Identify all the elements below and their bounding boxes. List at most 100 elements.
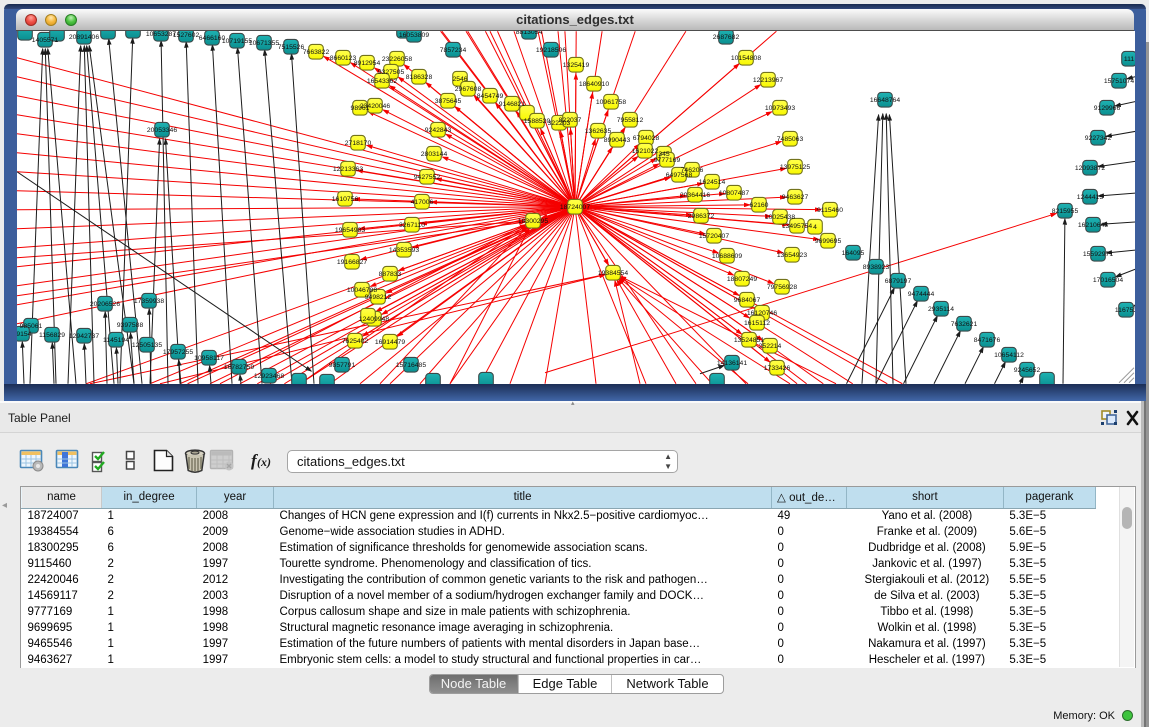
svg-text:7515526: 7515526 (278, 44, 305, 51)
svg-text:10961758: 10961758 (596, 99, 626, 106)
svg-text:1610756: 1610756 (332, 196, 359, 203)
svg-text:1621022: 1621022 (632, 148, 659, 155)
svg-text:62160: 62160 (750, 202, 769, 209)
svg-text:7857234: 7857234 (440, 47, 467, 54)
svg-text:8660123: 8660123 (330, 55, 357, 62)
svg-text:164095: 164095 (842, 250, 865, 257)
svg-text:3267110: 3267110 (399, 222, 425, 229)
svg-text:15720407: 15720407 (699, 233, 729, 240)
svg-text:10025438: 10025438 (765, 214, 795, 221)
svg-text:2986372: 2986372 (688, 213, 715, 220)
svg-text:9397588: 9397588 (117, 322, 144, 329)
svg-text:9777169: 9777169 (654, 157, 681, 164)
svg-text:8215955: 8215955 (1052, 208, 1079, 215)
svg-text:3875645: 3875645 (435, 98, 462, 105)
svg-text:9115460: 9115460 (817, 207, 843, 214)
svg-text:887833: 887833 (379, 271, 402, 278)
svg-text:116753: 116753 (1115, 307, 1135, 314)
svg-text:16210643: 16210643 (1078, 222, 1108, 229)
svg-text:9245652: 9245652 (1014, 367, 1041, 374)
svg-text:14353593: 14353593 (389, 247, 419, 254)
svg-text:1624514: 1624514 (699, 179, 726, 186)
svg-text:19166827: 19166827 (337, 259, 367, 266)
svg-text:1145194: 1145194 (103, 337, 129, 344)
svg-text:1527602: 1527602 (173, 32, 200, 39)
svg-text:6794028: 6794028 (633, 135, 660, 142)
svg-text:2687682: 2687682 (713, 34, 740, 41)
svg-text:9129966: 9129966 (1094, 105, 1121, 112)
svg-text:12213967: 12213967 (753, 77, 783, 84)
svg-text:417006: 417006 (411, 199, 434, 206)
svg-text:2546: 2546 (452, 76, 467, 83)
svg-text:8813054: 8813054 (516, 31, 543, 36)
svg-text:20364416: 20364416 (680, 192, 710, 199)
svg-text:9227342: 9227342 (1085, 135, 1112, 142)
svg-text:9684067: 9684067 (734, 297, 761, 304)
svg-text:9327505: 9327505 (378, 69, 405, 76)
svg-text:10654112: 10654112 (994, 352, 1024, 359)
svg-text:2803144: 2803144 (421, 151, 448, 158)
svg-text:822037: 822037 (559, 117, 582, 124)
svg-text:23226058: 23226058 (382, 56, 412, 63)
svg-text:1733426: 1733426 (764, 365, 791, 372)
svg-text:10973493: 10973493 (765, 105, 795, 112)
svg-text:14136141: 14136141 (717, 360, 747, 367)
svg-text:9463627: 9463627 (782, 194, 809, 201)
svg-text:9474444: 9474444 (908, 291, 935, 298)
svg-text:8454749: 8454749 (477, 93, 504, 100)
svg-text:2935114: 2935114 (928, 306, 954, 313)
svg-text:13975125: 13975125 (780, 164, 810, 171)
svg-text:10807487: 10807487 (719, 190, 749, 197)
svg-text:18300295: 18300295 (518, 218, 548, 225)
svg-text:7663822: 7663822 (303, 49, 330, 56)
svg-text:6879197: 6879197 (885, 278, 912, 285)
svg-text:7632621: 7632621 (951, 321, 978, 328)
svg-text:39154: 39154 (17, 331, 32, 338)
svg-text:10046788: 10046788 (347, 287, 377, 294)
svg-text:7625402: 7625402 (342, 338, 369, 345)
svg-text:6497568: 6497568 (666, 172, 693, 179)
svg-text:17359938: 17359938 (134, 298, 164, 305)
svg-text:12213363: 12213363 (333, 166, 363, 173)
svg-text:20053346: 20053346 (147, 127, 177, 134)
svg-text:16543362: 16543362 (367, 78, 397, 85)
svg-text:1615112: 1615112 (744, 320, 770, 327)
svg-text:13654923: 13654923 (777, 252, 807, 259)
svg-text:8912954: 8912954 (354, 60, 381, 67)
svg-text:15716485: 15716485 (396, 362, 426, 369)
svg-text:12409948: 12409948 (359, 316, 389, 323)
svg-text:2967608: 2967608 (455, 86, 482, 93)
svg-text:19384554: 19384554 (598, 270, 628, 277)
svg-text:252214: 252214 (759, 343, 782, 350)
svg-text:9699695: 9699695 (815, 238, 842, 245)
svg-text:19654983: 19654983 (335, 227, 365, 234)
svg-text:13495754: 13495754 (782, 223, 812, 230)
svg-text:9857791: 9857791 (329, 362, 356, 369)
svg-text:18807249: 18807249 (727, 276, 757, 283)
svg-text:18640910: 18640910 (579, 81, 609, 88)
svg-text:8186328: 8186328 (406, 74, 433, 81)
svg-text:1405571: 1405571 (32, 37, 59, 44)
svg-text:20206526: 20206526 (90, 301, 120, 308)
svg-text:12923468: 12923468 (254, 373, 284, 380)
svg-text:16782759: 16782759 (224, 364, 254, 371)
svg-text:16120746: 16120746 (747, 310, 777, 317)
svg-text:8938923: 8938923 (863, 264, 890, 271)
svg-text:9146821: 9146821 (499, 101, 526, 108)
svg-text:16914479: 16914479 (375, 339, 405, 346)
svg-text:17957255: 17957255 (163, 349, 193, 356)
svg-text:8990443: 8990443 (604, 137, 631, 144)
svg-text:15592971: 15592971 (1083, 251, 1113, 258)
svg-text:1362635: 1362635 (585, 128, 612, 135)
svg-text:111: 111 (1124, 56, 1135, 63)
svg-text:12942737: 12942737 (69, 333, 99, 340)
svg-text:9427552: 9427552 (414, 174, 441, 181)
svg-text:19218506: 19218506 (536, 47, 566, 54)
svg-text:9242843: 9242843 (425, 127, 452, 134)
svg-text:17016504: 17016504 (1093, 277, 1123, 284)
svg-text:1244415: 1244415 (1077, 194, 1104, 201)
svg-text:(x): (x) (257, 455, 271, 469)
svg-text:2718170: 2718170 (345, 140, 372, 147)
svg-text:10154808: 10154808 (731, 55, 761, 62)
svg-text:12505135: 12505135 (132, 342, 162, 349)
